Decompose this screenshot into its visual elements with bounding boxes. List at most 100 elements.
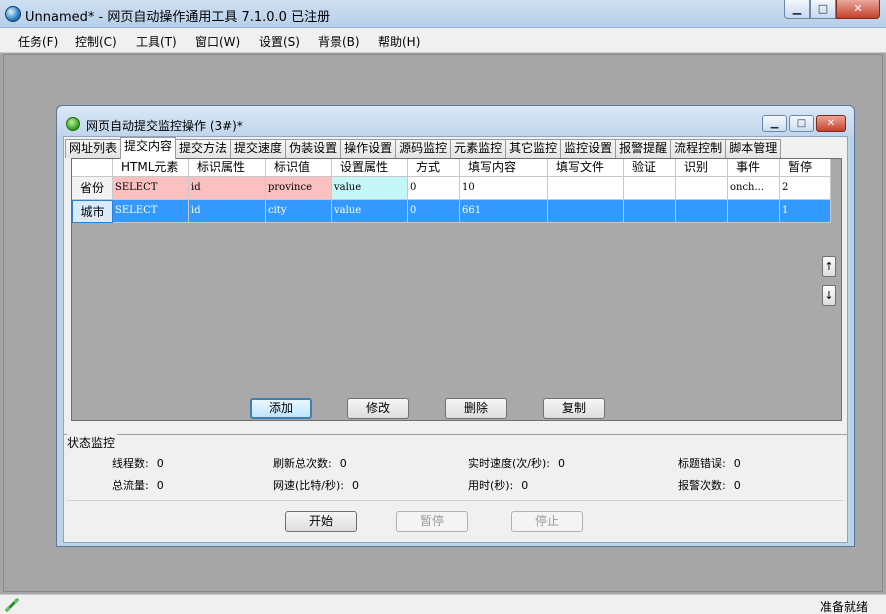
tab-submit-speed[interactable]: 提交速度 [230,139,287,158]
stat-realtime-speed-value: 0 [558,457,565,470]
stat-net-speed-label: 网速(比特/秒): [273,479,344,492]
cell-pause[interactable]: 1 [780,200,831,223]
edit-button[interactable]: 修改 [347,398,409,419]
tab-script-management[interactable]: 脚本管理 [725,139,782,158]
cell-recognize[interactable] [676,177,728,200]
grid-header: HTML元素 标识属性 标识值 设置属性 方式 填写内容 填写文件 验证 识别 … [72,159,831,177]
tab-url-list[interactable]: 网址列表 [65,139,122,158]
column-header-id-value[interactable]: 标识值 [266,159,332,177]
column-header-event[interactable]: 事件 [728,159,780,177]
tab-flow-control[interactable]: 流程控制 [670,139,727,158]
stat-realtime-speed-label: 实时速度(次/秒): [468,457,550,470]
menu-window[interactable]: 窗口(W) [195,33,240,50]
move-up-arrow-icon[interactable]: ↑ [822,256,836,277]
status-bar: 准备就绪 [0,594,886,614]
cell-fill-file[interactable] [548,200,624,223]
task-status-icon [66,117,80,131]
column-header-id-attribute[interactable]: 标识属性 [189,159,266,177]
title-bar: Unnamed* - 网页自动操作通用工具 7.1.0.0 已注册 ▁ □ ✕ [0,0,886,28]
stat-alarm-count: 报警次数: 0 [678,477,741,493]
row-label[interactable]: 省份 [72,177,113,200]
column-header-html-element[interactable]: HTML元素 [113,159,189,177]
child-close-button[interactable]: ✕ [816,115,846,132]
add-button[interactable]: 添加 [250,398,312,419]
status-monitor-title: 状态监控 [67,434,118,451]
tab-disguise-settings[interactable]: 伪装设置 [285,139,342,158]
stat-refresh-total: 刷新总次数: 0 [273,455,347,471]
menu-background[interactable]: 背景(B) [318,33,360,50]
cell-fill-content[interactable]: 10 [460,177,548,200]
tab-alarm[interactable]: 报警提醒 [615,139,672,158]
submit-content-grid[interactable]: HTML元素 标识属性 标识值 设置属性 方式 填写内容 填写文件 验证 识别 … [71,158,842,421]
stat-net-speed: 网速(比特/秒): 0 [273,477,359,493]
column-header-pause[interactable]: 暂停 [780,159,831,177]
column-header-recognize[interactable]: 识别 [676,159,728,177]
cell-mode[interactable]: 0 [408,177,460,200]
stat-elapsed: 用时(秒): 0 [468,477,528,493]
stop-button[interactable]: 停止 [511,511,583,532]
cell-id-value[interactable]: city [266,200,332,223]
maximize-button[interactable]: □ [810,0,836,19]
cell-html-element[interactable]: SELECT [113,177,189,200]
menu-task[interactable]: 任务(F) [18,33,58,50]
close-button[interactable]: ✕ [836,0,880,19]
cell-id-value[interactable]: province [266,177,332,200]
status-text: 准备就绪 [819,600,868,614]
menu-settings[interactable]: 设置(S) [259,33,300,50]
menu-help[interactable]: 帮助(H) [378,33,420,50]
cell-verify[interactable] [624,177,676,200]
tab-other-monitor[interactable]: 其它监控 [505,139,562,158]
stat-alarm-count-value: 0 [733,479,741,492]
table-row[interactable]: 省份 SELECT id province value 0 10 onch...… [72,177,831,200]
tab-submit-content[interactable]: 提交内容 [120,137,177,159]
column-header-verify[interactable]: 验证 [624,159,676,177]
row-label[interactable]: 城市 [72,200,113,223]
child-minimize-button[interactable]: ▁ [762,115,787,132]
copy-button[interactable]: 复制 [543,398,605,419]
delete-button[interactable]: 删除 [445,398,507,419]
window-title: Unnamed* - 网页自动操作通用工具 7.1.0.0 已注册 [25,10,331,25]
cell-id-attribute[interactable]: id [189,177,266,200]
stat-title-errors-value: 0 [733,457,741,470]
tab-submit-method[interactable]: 提交方法 [175,139,232,158]
column-header-set-attribute[interactable]: 设置属性 [332,159,408,177]
tab-strip: 网址列表 提交内容 提交方法 提交速度 伪装设置 操作设置 源码监控 元素监控 … [65,137,782,159]
tab-operation-settings[interactable]: 操作设置 [340,139,397,158]
menu-bar: 任务(F) 控制(C) 工具(T) 窗口(W) 设置(S) 背景(B) 帮助(H… [0,28,886,53]
cell-event[interactable] [728,200,780,223]
cell-fill-file[interactable] [548,177,624,200]
cell-mode[interactable]: 0 [408,200,460,223]
menu-control[interactable]: 控制(C) [75,33,117,50]
connection-icon [4,597,20,613]
stat-realtime-speed: 实时速度(次/秒): 0 [468,455,565,471]
stat-threads-value: 0 [156,457,164,470]
minimize-button[interactable]: ▁ [784,0,810,19]
cell-event[interactable]: onch... [728,177,780,200]
cell-fill-content[interactable]: 661 [460,200,548,223]
stat-refresh-total-value: 0 [339,457,347,470]
tab-element-monitor[interactable]: 元素监控 [450,139,507,158]
cell-pause[interactable]: 2 [780,177,831,200]
stat-refresh-total-label: 刷新总次数: [273,457,332,470]
cell-html-element[interactable]: SELECT [113,200,189,223]
column-header-mode[interactable]: 方式 [408,159,460,177]
table-row-selected[interactable]: 城市 SELECT id city value 0 661 1 [72,200,831,223]
column-header-fill-content[interactable]: 填写内容 [460,159,548,177]
task-window: 网页自动提交监控操作 (3#)* ▁ □ ✕ 网址列表 提交内容 提交方法 提交… [56,105,855,547]
stat-title-errors-label: 标题错误: [678,457,726,470]
tab-source-monitor[interactable]: 源码监控 [395,139,452,158]
column-header-fill-file[interactable]: 填写文件 [548,159,624,177]
start-button[interactable]: 开始 [285,511,357,532]
cell-set-attribute[interactable]: value [332,200,408,223]
task-window-title-bar: 网页自动提交监控操作 (3#)* ▁ □ ✕ [57,106,854,136]
move-down-arrow-icon[interactable]: ↓ [822,285,836,306]
child-maximize-button[interactable]: □ [789,115,814,132]
pause-button[interactable]: 暂停 [396,511,468,532]
cell-verify[interactable] [624,200,676,223]
status-monitor-group: 状态监控 线程数: 0 刷新总次数: 0 实时速度(次/秒): 0 标题错误: 0 总流… [63,434,848,544]
menu-tools[interactable]: 工具(T) [136,33,177,50]
tab-monitor-settings[interactable]: 监控设置 [560,139,617,158]
cell-recognize[interactable] [676,200,728,223]
cell-id-attribute[interactable]: id [189,200,266,223]
cell-set-attribute[interactable]: value [332,177,408,200]
